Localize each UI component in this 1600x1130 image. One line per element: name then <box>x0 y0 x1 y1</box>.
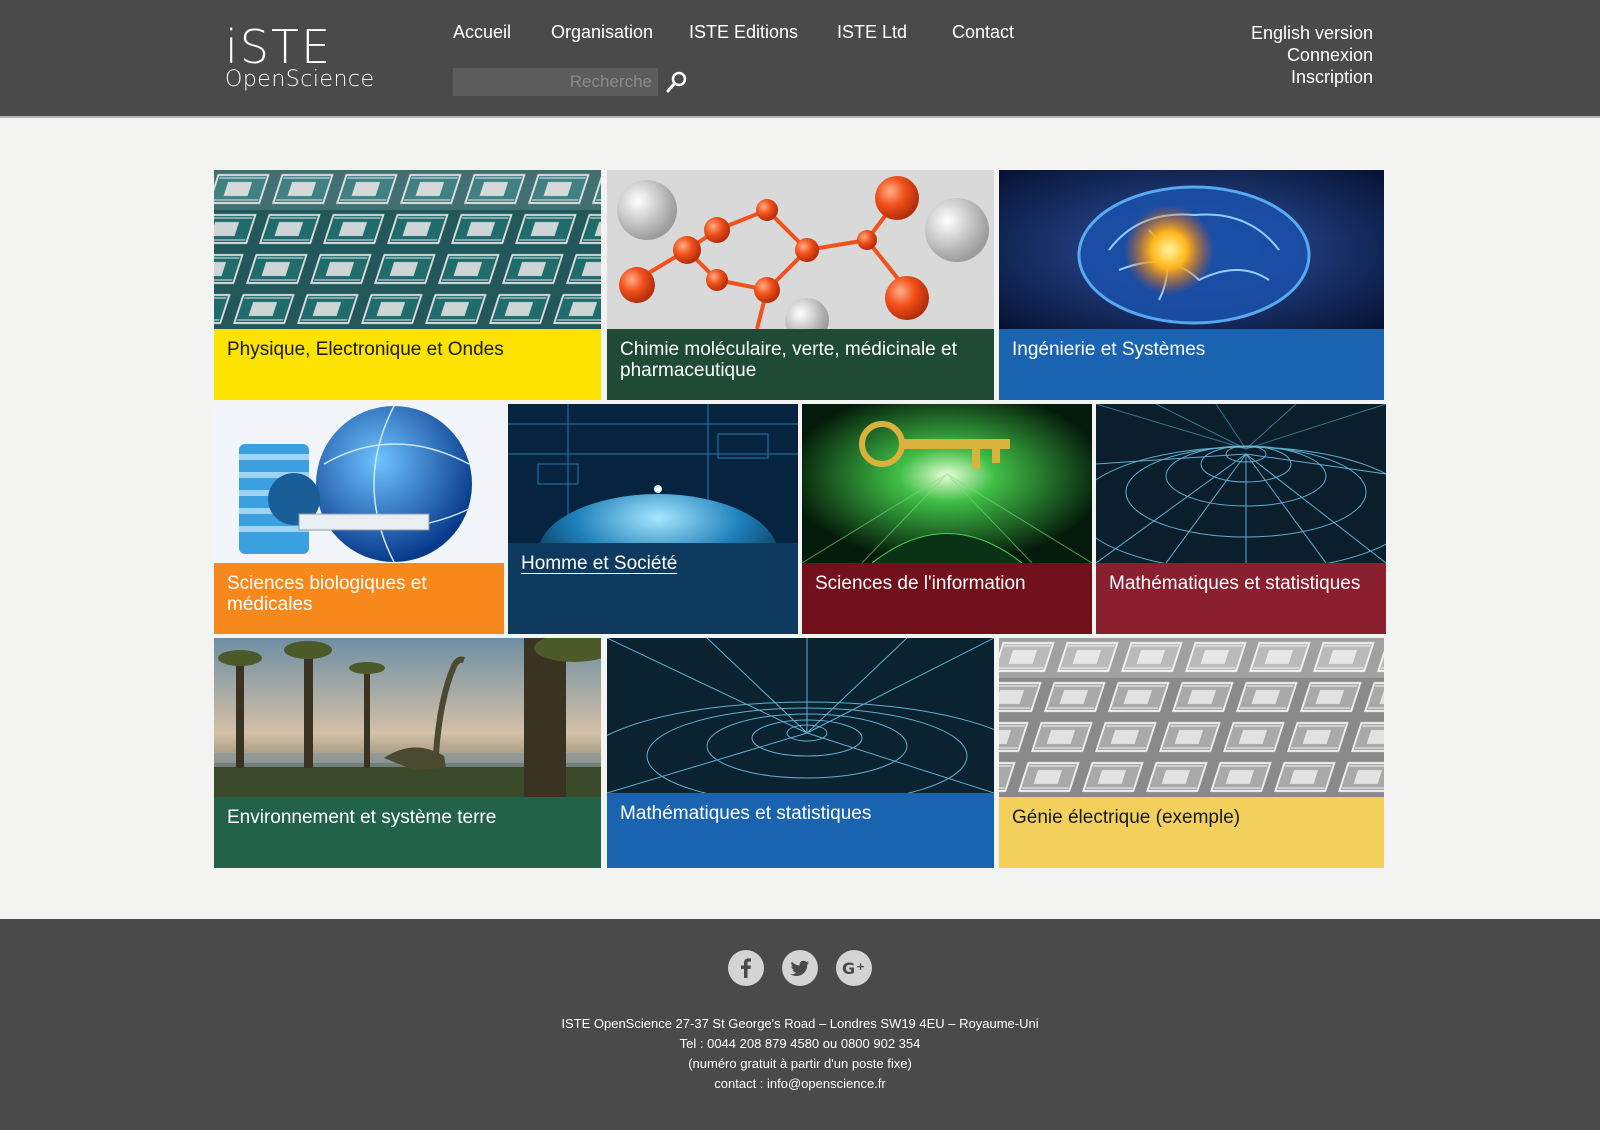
tile-chimie[interactable]: Chimie moléculaire, verte, médicinale et… <box>607 170 994 400</box>
molecule-image <box>607 170 994 342</box>
nav-iste-ltd[interactable]: ISTE Ltd <box>837 22 907 43</box>
tile-title: Environnement et système terre <box>227 807 497 828</box>
tile-label: Ingénierie et Systèmes <box>999 329 1384 400</box>
facebook-icon[interactable] <box>728 950 764 986</box>
tile-ingenierie[interactable]: Ingénierie et Systèmes <box>999 170 1384 400</box>
tile-label: Sciences de l'information <box>802 563 1092 634</box>
iste-openscience-logo[interactable]: iSTE OpenScience <box>225 20 395 94</box>
nav-contact[interactable]: Contact <box>952 22 1014 43</box>
site-header: iSTE OpenScience Accueil Organisation IS… <box>0 0 1600 118</box>
earth-network-image <box>508 404 798 614</box>
connexion-link[interactable]: Connexion <box>1251 44 1373 66</box>
chip-grid-image <box>214 170 601 329</box>
tile-title: Chimie moléculaire, verte, médicinale et… <box>620 339 957 381</box>
wormhole-image <box>607 638 994 835</box>
search-input[interactable] <box>453 68 658 96</box>
tile-label: Physique, Electronique et Ondes <box>214 329 601 400</box>
tile-physique[interactable]: Physique, Electronique et Ondes <box>214 170 601 400</box>
nav-accueil[interactable]: Accueil <box>453 22 511 43</box>
tile-sciences-info[interactable]: Sciences de l'information <box>802 404 1092 634</box>
key-face-image <box>802 404 1092 564</box>
tile-title: Sciences de l'information <box>815 573 1026 594</box>
tile-label: Sciences biologiques et médicales <box>214 563 504 634</box>
logo-iste-text: iSTE <box>225 20 333 74</box>
search-icon[interactable] <box>664 68 690 96</box>
footer-address: ISTE OpenScience 27-37 St George's Road … <box>561 1016 1039 1031</box>
footer-phone-note: (numéro gratuit à partir d'un poste fixe… <box>688 1056 912 1071</box>
scanner-globe-image <box>214 404 504 563</box>
tile-title: Génie électrique (exemple) <box>1012 807 1241 828</box>
svg-text:G: G <box>842 959 855 978</box>
footer-email[interactable]: contact : info@openscience.fr <box>0 1074 1600 1094</box>
tile-label: Mathématiques et statistiques <box>1096 563 1386 634</box>
tile-homme-societe[interactable]: Homme et Société <box>508 404 798 634</box>
chip-grid-gray-image <box>999 638 1384 797</box>
tile-environnement[interactable]: Environnement et système terre <box>214 638 601 868</box>
tile-sciences-bio[interactable]: Sciences biologiques et médicales <box>214 404 504 634</box>
english-version-link[interactable]: English version <box>1251 22 1373 44</box>
tile-title: Physique, Electronique et Ondes <box>227 339 504 360</box>
tile-genie-electrique[interactable]: Génie électrique (exemple) <box>999 638 1384 868</box>
inscription-link[interactable]: Inscription <box>1251 66 1373 88</box>
nav-organisation[interactable]: Organisation <box>551 22 653 43</box>
brain-image <box>999 170 1384 329</box>
tile-label: Homme et Société <box>508 543 798 634</box>
tile-title: Ingénierie et Systèmes <box>1012 339 1206 360</box>
logo-openscience-text: OpenScience <box>225 67 375 92</box>
tile-maths-1[interactable]: Mathématiques et statistiques <box>1096 404 1386 634</box>
tile-title: Mathématiques et statistiques <box>620 803 872 824</box>
tile-label: Environnement et système terre <box>214 797 601 868</box>
tile-title: Homme et Société <box>521 553 678 574</box>
footer-contact-info: ISTE OpenScience 27-37 St George's Road … <box>0 1014 1600 1094</box>
tile-label: Génie électrique (exemple) <box>999 797 1384 868</box>
svg-text:+: + <box>856 960 865 973</box>
tile-maths-2[interactable]: Mathématiques et statistiques <box>607 638 994 868</box>
account-links: English version Connexion Inscription <box>1251 22 1373 88</box>
footer-phone: Tel : 0044 208 879 4580 ou 0800 902 354 <box>679 1036 921 1051</box>
tile-title: Sciences biologiques et médicales <box>227 573 427 615</box>
tile-title: Mathématiques et statistiques <box>1109 573 1361 594</box>
wormhole-image <box>1096 404 1386 572</box>
tile-label: Mathématiques et statistiques <box>607 793 994 868</box>
google-plus-icon[interactable]: G + <box>836 950 872 986</box>
tile-label: Chimie moléculaire, verte, médicinale et… <box>607 329 994 400</box>
nav-iste-editions[interactable]: ISTE Editions <box>689 22 798 43</box>
dinosaur-image <box>214 638 601 797</box>
twitter-icon[interactable] <box>782 950 818 986</box>
